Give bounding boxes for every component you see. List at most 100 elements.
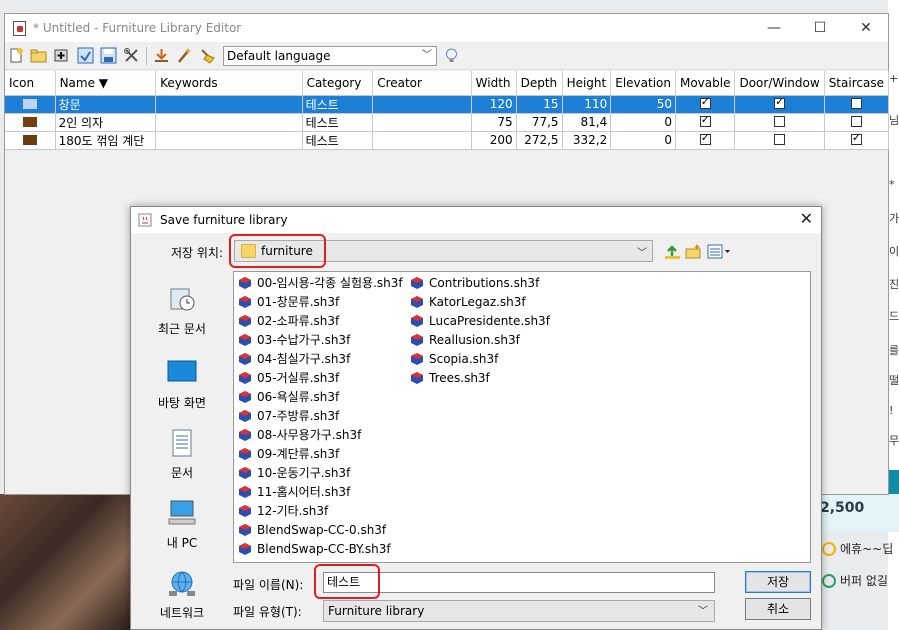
cell-staircase[interactable] bbox=[824, 95, 890, 114]
cell-icon[interactable] bbox=[5, 131, 56, 150]
cell-depth[interactable]: 15 bbox=[516, 95, 563, 114]
list-item[interactable]: 04-침실가구.sh3f bbox=[238, 350, 350, 368]
door-window-checkbox[interactable] bbox=[774, 116, 786, 127]
dialog-title-bar[interactable]: Save furniture library ✕ bbox=[131, 207, 821, 233]
place-this-pc[interactable]: 내 PC bbox=[141, 499, 223, 551]
list-item[interactable]: 06-욕실류.sh3f bbox=[238, 388, 339, 406]
save-icon[interactable] bbox=[100, 47, 117, 64]
add-furniture-icon[interactable] bbox=[53, 47, 70, 64]
lightbulb-icon[interactable] bbox=[443, 47, 460, 64]
new-folder-icon[interactable] bbox=[685, 243, 702, 260]
cell-depth[interactable]: 77,5 bbox=[516, 113, 563, 132]
list-item[interactable]: LucaPresidente.sh3f bbox=[410, 312, 550, 330]
staircase-checkbox[interactable] bbox=[850, 116, 862, 127]
column-icon[interactable]: Icon bbox=[5, 71, 56, 96]
cell-height[interactable]: 110 bbox=[562, 95, 612, 114]
column-width[interactable]: Width bbox=[471, 71, 517, 96]
list-item[interactable]: 12-기타.sh3f bbox=[238, 502, 328, 520]
language-select[interactable]: Default language ﹀ bbox=[223, 46, 437, 66]
cell-door-window[interactable] bbox=[734, 95, 825, 114]
import-icon[interactable] bbox=[77, 47, 94, 64]
list-item[interactable]: 05-거실류.sh3f bbox=[238, 369, 339, 387]
table-row[interactable]: 180도 꺾임 계단 테스트 200 272,5 332,2 0 bbox=[5, 131, 890, 150]
up-folder-icon[interactable] bbox=[664, 243, 681, 260]
cell-keywords[interactable] bbox=[155, 95, 303, 114]
cell-door-window[interactable] bbox=[734, 131, 825, 150]
cell-elevation[interactable]: 0 bbox=[610, 131, 676, 150]
movable-checkbox[interactable] bbox=[699, 113, 711, 127]
list-item[interactable]: 09-계단류.sh3f bbox=[238, 445, 339, 463]
cell-name[interactable]: 2인 의자 bbox=[55, 113, 157, 132]
list-item[interactable]: BlendSwap-CC-BY.sh3f bbox=[238, 540, 391, 558]
list-item[interactable]: 10-운동기구.sh3f bbox=[238, 464, 350, 482]
list-item[interactable]: 01-창문류.sh3f bbox=[238, 293, 339, 311]
cell-elevation[interactable]: 50 bbox=[610, 95, 676, 114]
open-folder-icon[interactable] bbox=[30, 47, 47, 64]
table-row[interactable]: 창문 테스트 120 15 110 50 bbox=[5, 95, 890, 114]
column-category[interactable]: Category bbox=[302, 71, 374, 96]
list-item[interactable]: Scopia.sh3f bbox=[410, 350, 498, 368]
title-bar[interactable]: * Untitled - Furniture Library Editor — … bbox=[5, 14, 888, 42]
cell-width[interactable]: 75 bbox=[471, 113, 517, 132]
cell-movable[interactable] bbox=[675, 131, 736, 150]
download-icon[interactable] bbox=[153, 47, 170, 64]
column-staircase[interactable]: Staircase bbox=[824, 71, 890, 96]
list-item[interactable]: Trees.sh3f bbox=[410, 369, 490, 387]
cell-width[interactable]: 120 bbox=[471, 95, 517, 114]
cell-staircase[interactable] bbox=[824, 131, 890, 150]
list-item[interactable]: Reallusion.sh3f bbox=[410, 331, 520, 349]
list-item[interactable]: 00-임시용-각종 실험용.sh3f bbox=[238, 274, 403, 292]
save-button[interactable]: 저장 bbox=[745, 571, 811, 593]
file-name-input[interactable]: 테스트 bbox=[323, 572, 715, 593]
cell-height[interactable]: 332,2 bbox=[562, 131, 612, 150]
table-row[interactable]: 2인 의자 테스트 75 77,5 81,4 0 bbox=[5, 113, 890, 132]
column-depth[interactable]: Depth bbox=[516, 71, 563, 96]
list-item[interactable]: 11-홈시어터.sh3f bbox=[238, 483, 350, 501]
file-type-select[interactable]: Furniture library ﹀ bbox=[323, 600, 715, 622]
cell-height[interactable]: 81,4 bbox=[562, 113, 612, 132]
clean-icon[interactable] bbox=[199, 47, 216, 64]
column-keywords[interactable]: Keywords bbox=[155, 71, 303, 96]
list-item[interactable]: Contributions.sh3f bbox=[410, 274, 539, 292]
cell-movable[interactable] bbox=[675, 95, 736, 114]
cell-name[interactable]: 창문 bbox=[55, 95, 157, 114]
column-name[interactable]: Name ▼ bbox=[55, 71, 157, 96]
movable-checkbox[interactable] bbox=[699, 131, 711, 145]
cell-door-window[interactable] bbox=[734, 113, 825, 132]
edit-wand-icon[interactable] bbox=[176, 47, 193, 64]
maximize-button[interactable]: ☐ bbox=[797, 14, 843, 42]
list-item[interactable]: 02-소파류.sh3f bbox=[238, 312, 339, 330]
list-item[interactable]: 07-주방류.sh3f bbox=[238, 407, 339, 425]
cell-keywords[interactable] bbox=[155, 131, 303, 150]
column-height[interactable]: Height bbox=[562, 71, 612, 96]
column-elevation[interactable]: Elevation bbox=[610, 71, 676, 96]
column-door-window[interactable]: Door/Window bbox=[734, 71, 825, 96]
place-desktop[interactable]: 바탕 화면 bbox=[141, 359, 223, 411]
cell-creator[interactable] bbox=[372, 131, 472, 150]
cell-category[interactable]: 테스트 bbox=[302, 95, 374, 114]
place-recent[interactable]: 최근 문서 bbox=[141, 285, 223, 337]
cell-keywords[interactable] bbox=[155, 113, 303, 132]
list-item[interactable]: 08-사무용가구.sh3f bbox=[238, 426, 361, 444]
minimize-button[interactable]: — bbox=[751, 14, 797, 42]
door-window-checkbox[interactable] bbox=[774, 95, 786, 109]
cancel-button[interactable]: 취소 bbox=[745, 598, 811, 620]
view-menu-icon[interactable] bbox=[707, 243, 731, 260]
cell-elevation[interactable]: 0 bbox=[610, 113, 676, 132]
tools-icon[interactable] bbox=[123, 47, 140, 64]
list-item[interactable]: 03-수납가구.sh3f bbox=[238, 331, 350, 349]
place-documents[interactable]: 문서 bbox=[141, 429, 223, 481]
cell-movable[interactable] bbox=[675, 113, 736, 132]
place-network[interactable]: 네트워크 bbox=[141, 569, 223, 621]
cell-width[interactable]: 200 bbox=[471, 131, 517, 150]
movable-checkbox[interactable] bbox=[699, 95, 711, 109]
list-item[interactable]: BlendSwap-CC-0.sh3f bbox=[238, 521, 386, 539]
cell-icon[interactable] bbox=[5, 113, 56, 132]
staircase-checkbox[interactable] bbox=[850, 98, 862, 109]
staircase-checkbox[interactable] bbox=[850, 131, 862, 145]
cell-category[interactable]: 테스트 bbox=[302, 131, 374, 150]
cell-category[interactable]: 테스트 bbox=[302, 113, 374, 132]
file-list[interactable]: 00-임시용-각종 실험용.sh3f 01-창문류.sh3f 02-소파류.sh3f… bbox=[233, 271, 811, 563]
door-window-checkbox[interactable] bbox=[774, 134, 786, 145]
list-item[interactable]: KatorLegaz.sh3f bbox=[410, 293, 526, 311]
